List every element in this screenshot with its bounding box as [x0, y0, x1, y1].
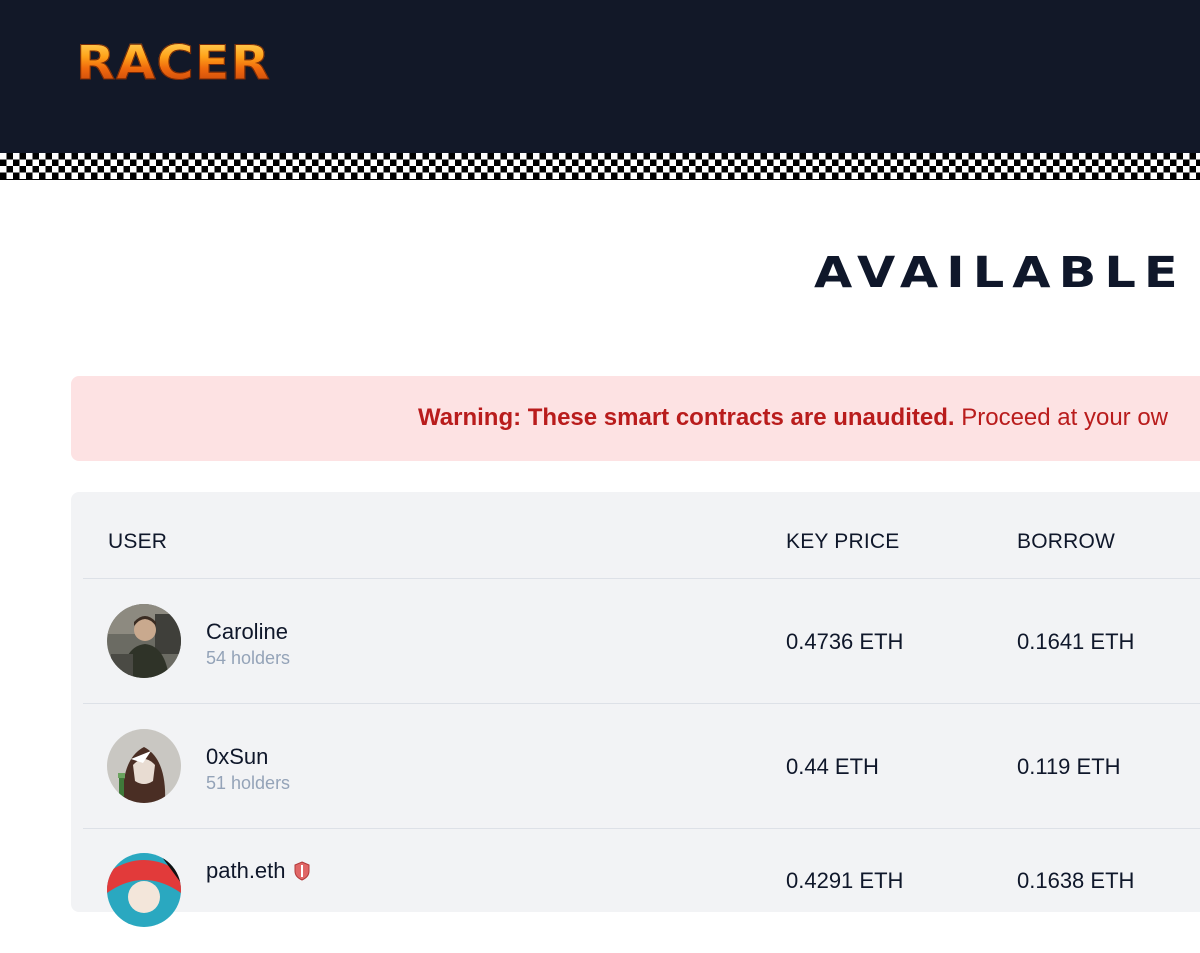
warning-banner: Warning: These smart contracts are unaud… [71, 376, 1200, 461]
avatar[interactable] [107, 604, 181, 678]
user-name-text: path.eth [206, 858, 286, 883]
warning-rest-text: Proceed at your ow [961, 404, 1169, 431]
table-row[interactable]: Caroline 54 holders 0.4736 ETH 0.1641 ET… [71, 579, 1200, 703]
key-price-value: 0.44 ETH [786, 754, 879, 779]
table-row[interactable]: 0xSun 51 holders 0.44 ETH 0.119 ETH [71, 704, 1200, 828]
key-price-value: 0.4291 ETH [786, 868, 904, 893]
column-header-key-price[interactable]: KEY PRICE [786, 530, 899, 554]
column-header-borrow[interactable]: BORROW [1017, 530, 1115, 554]
borrow-value: 0.119 ETH [1017, 754, 1121, 779]
key-price-value: 0.4736 ETH [786, 629, 904, 654]
warning-bold-text: Warning: These smart contracts are unaud… [418, 404, 955, 431]
checkered-flag-divider [0, 153, 1200, 180]
borrow-value: 0.1638 ETH [1017, 868, 1135, 893]
page-title: AVAILABLE T [814, 248, 1200, 298]
column-header-user[interactable]: USER [108, 530, 167, 554]
shield-icon [294, 861, 310, 881]
user-name[interactable]: path.eth [206, 858, 310, 884]
avatar[interactable] [107, 853, 181, 927]
holders-count: 54 holders [206, 648, 291, 668]
racer-logo[interactable]: RACER [75, 40, 271, 88]
borrow-value: 0.1641 ETH [1017, 629, 1135, 654]
user-name[interactable]: Caroline [206, 619, 288, 645]
warning-message: Warning: These smart contracts are unaud… [418, 404, 1168, 432]
table-row[interactable]: path.eth 0.4291 ETH 0.1638 ETH [71, 829, 1200, 953]
holders-count: 51 holders [206, 773, 291, 793]
top-navbar: RACER [0, 0, 1200, 153]
user-name[interactable]: 0xSun [206, 744, 268, 770]
users-table: USER KEY PRICE BORROW Caroline 54 holder… [71, 492, 1200, 927]
avatar[interactable] [107, 729, 181, 803]
